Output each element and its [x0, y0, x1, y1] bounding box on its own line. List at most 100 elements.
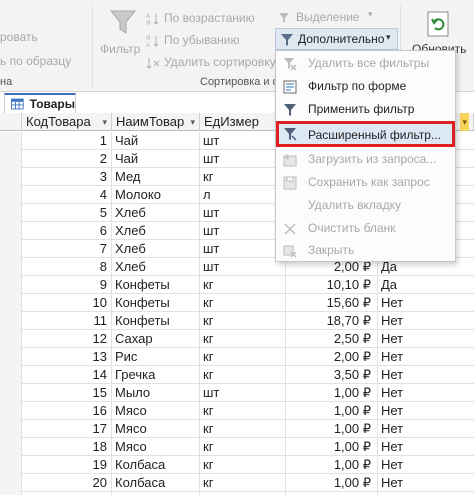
cell-flag[interactable]: Нет: [378, 348, 474, 366]
cell-kodtovara[interactable]: 16: [22, 402, 112, 420]
cell-flag[interactable]: Нет: [378, 294, 474, 312]
cell-price[interactable]: 1,00 ₽: [286, 384, 378, 402]
row-selector[interactable]: [0, 240, 22, 258]
cell-price[interactable]: 2,50 ₽: [286, 330, 378, 348]
cell-kodtovara[interactable]: 10: [22, 294, 112, 312]
sort-ascending-button[interactable]: A Я По возрастанию: [146, 10, 256, 28]
cell-edizmer[interactable]: кг: [200, 348, 286, 366]
cell-naimtovar[interactable]: Рис: [112, 348, 200, 366]
cell-naimtovar[interactable]: Мед: [112, 168, 200, 186]
sort-descending-button[interactable]: Я A По убыванию: [146, 32, 256, 50]
cell-kodtovara[interactable]: 13: [22, 348, 112, 366]
row-selector[interactable]: [0, 348, 22, 366]
cell-naimtovar[interactable]: Хлеб: [112, 258, 200, 276]
cell-edizmer[interactable]: кг: [200, 420, 286, 438]
cell-edizmer[interactable]: л: [200, 186, 286, 204]
cell-edizmer[interactable]: кг: [200, 402, 286, 420]
row-selector[interactable]: [0, 330, 22, 348]
cell-edizmer[interactable]: кг: [200, 168, 286, 186]
menu-item-close[interactable]: Закрыть: [276, 240, 455, 262]
table-row[interactable]: 19 Колбаса кг 1,00 ₽ Нет: [0, 456, 474, 474]
row-selector[interactable]: [0, 168, 22, 186]
cell-naimtovar[interactable]: Чай: [112, 132, 200, 150]
cell-naimtovar[interactable]: Мясо: [112, 438, 200, 456]
cell-flag[interactable]: Нет: [378, 438, 474, 456]
row-selector[interactable]: [0, 456, 22, 474]
row-selector[interactable]: [0, 366, 22, 384]
cell-kodtovara[interactable]: 18: [22, 438, 112, 456]
chevron-down-icon[interactable]: ▾: [190, 113, 195, 131]
cell-kodtovara[interactable]: 6: [22, 222, 112, 240]
cell-edizmer[interactable]: шт: [200, 204, 286, 222]
row-selector[interactable]: [0, 402, 22, 420]
row-selector[interactable]: [0, 258, 22, 276]
cell-naimtovar[interactable]: Сахар: [112, 330, 200, 348]
row-selector[interactable]: [0, 294, 22, 312]
table-row[interactable]: 12 Сахар кг 2,50 ₽ Нет: [0, 330, 474, 348]
row-selector[interactable]: [0, 384, 22, 402]
row-selector[interactable]: [0, 186, 22, 204]
remove-sort-button[interactable]: Удалить сортировку: [146, 54, 276, 72]
cell-price[interactable]: 2,00 ₽: [286, 348, 378, 366]
chevron-down-icon[interactable]: ▾: [102, 113, 107, 131]
cell-edizmer[interactable]: кг: [200, 294, 286, 312]
menu-item-delete-tab[interactable]: Удалить вкладку: [276, 195, 455, 217]
table-row[interactable]: 10 Конфеты кг 15,60 ₽ Нет: [0, 294, 474, 312]
cell-price[interactable]: 3,50 ₽: [286, 366, 378, 384]
menu-item-apply-filter[interactable]: Применить фильтр: [276, 99, 455, 121]
cell-edizmer[interactable]: шт: [200, 258, 286, 276]
menu-item-load-from-query[interactable]: Загрузить из запроса...: [276, 149, 455, 171]
cell-kodtovara[interactable]: 17: [22, 420, 112, 438]
advanced-dropdown-button[interactable]: Дополнительно ▾: [275, 28, 398, 50]
row-selector[interactable]: [0, 474, 22, 492]
column-header-kodtovara[interactable]: КодТовара ▾: [22, 113, 112, 131]
chevron-down-icon[interactable]: ▾: [460, 113, 469, 131]
cell-kodtovara[interactable]: 8: [22, 258, 112, 276]
table-row[interactable]: 15 Мыло шт 1,00 ₽ Нет: [0, 384, 474, 402]
cell-price[interactable]: 10,10 ₽: [286, 276, 378, 294]
table-row[interactable]: 18 Мясо кг 1,00 ₽ Нет: [0, 438, 474, 456]
cell-edizmer[interactable]: шт: [200, 222, 286, 240]
cell-kodtovara[interactable]: 15: [22, 384, 112, 402]
row-selector[interactable]: [0, 204, 22, 222]
row-selector[interactable]: [0, 132, 22, 150]
cell-naimtovar[interactable]: Конфеты: [112, 276, 200, 294]
row-selector[interactable]: [0, 222, 22, 240]
cell-naimtovar[interactable]: Хлеб: [112, 240, 200, 258]
table-row[interactable]: 16 Мясо кг 1,00 ₽ Нет: [0, 402, 474, 420]
cell-naimtovar[interactable]: Чай: [112, 150, 200, 168]
column-header-naimtovar[interactable]: НаимТовар ▾: [112, 113, 200, 131]
row-selector[interactable]: [0, 438, 22, 456]
table-row[interactable]: 20 Колбаса кг 1,00 ₽ Нет: [0, 474, 474, 492]
cell-naimtovar[interactable]: Мыло: [112, 384, 200, 402]
cell-flag[interactable]: Нет: [378, 330, 474, 348]
table-row[interactable]: 14 Гречка кг 3,50 ₽ Нет: [0, 366, 474, 384]
cell-price[interactable]: 18,70 ₽: [286, 312, 378, 330]
cell-edizmer[interactable]: кг: [200, 330, 286, 348]
cell-edizmer[interactable]: кг: [200, 276, 286, 294]
menu-item-clear-grid[interactable]: Очистить бланк: [276, 218, 455, 240]
cell-flag[interactable]: Нет: [378, 312, 474, 330]
cell-kodtovara[interactable]: 12: [22, 330, 112, 348]
filter-button[interactable]: Фильтр: [100, 6, 146, 62]
menu-item-filter-by-form[interactable]: Фильтр по форме: [276, 76, 455, 98]
cell-naimtovar[interactable]: Хлеб: [112, 204, 200, 222]
cell-edizmer[interactable]: шт: [200, 150, 286, 168]
cell-kodtovara[interactable]: 14: [22, 366, 112, 384]
cell-naimtovar[interactable]: Молоко: [112, 186, 200, 204]
cell-flag[interactable]: Нет: [378, 456, 474, 474]
cell-price[interactable]: 1,00 ₽: [286, 402, 378, 420]
cell-naimtovar[interactable]: Колбаса: [112, 474, 200, 492]
cell-kodtovara[interactable]: 3: [22, 168, 112, 186]
cell-flag[interactable]: Нет: [378, 366, 474, 384]
cell-naimtovar[interactable]: Конфеты: [112, 312, 200, 330]
cell-flag[interactable]: Нет: [378, 420, 474, 438]
row-selector[interactable]: [0, 312, 22, 330]
cell-price[interactable]: 1,00 ₽: [286, 456, 378, 474]
cell-edizmer[interactable]: кг: [200, 456, 286, 474]
table-row[interactable]: 17 Мясо кг 1,00 ₽ Нет: [0, 420, 474, 438]
cell-price[interactable]: 1,00 ₽: [286, 474, 378, 492]
cell-flag[interactable]: Да: [378, 276, 474, 294]
menu-item-advanced-filter[interactable]: Расширенный фильтр...: [276, 121, 455, 147]
cell-naimtovar[interactable]: Конфеты: [112, 294, 200, 312]
